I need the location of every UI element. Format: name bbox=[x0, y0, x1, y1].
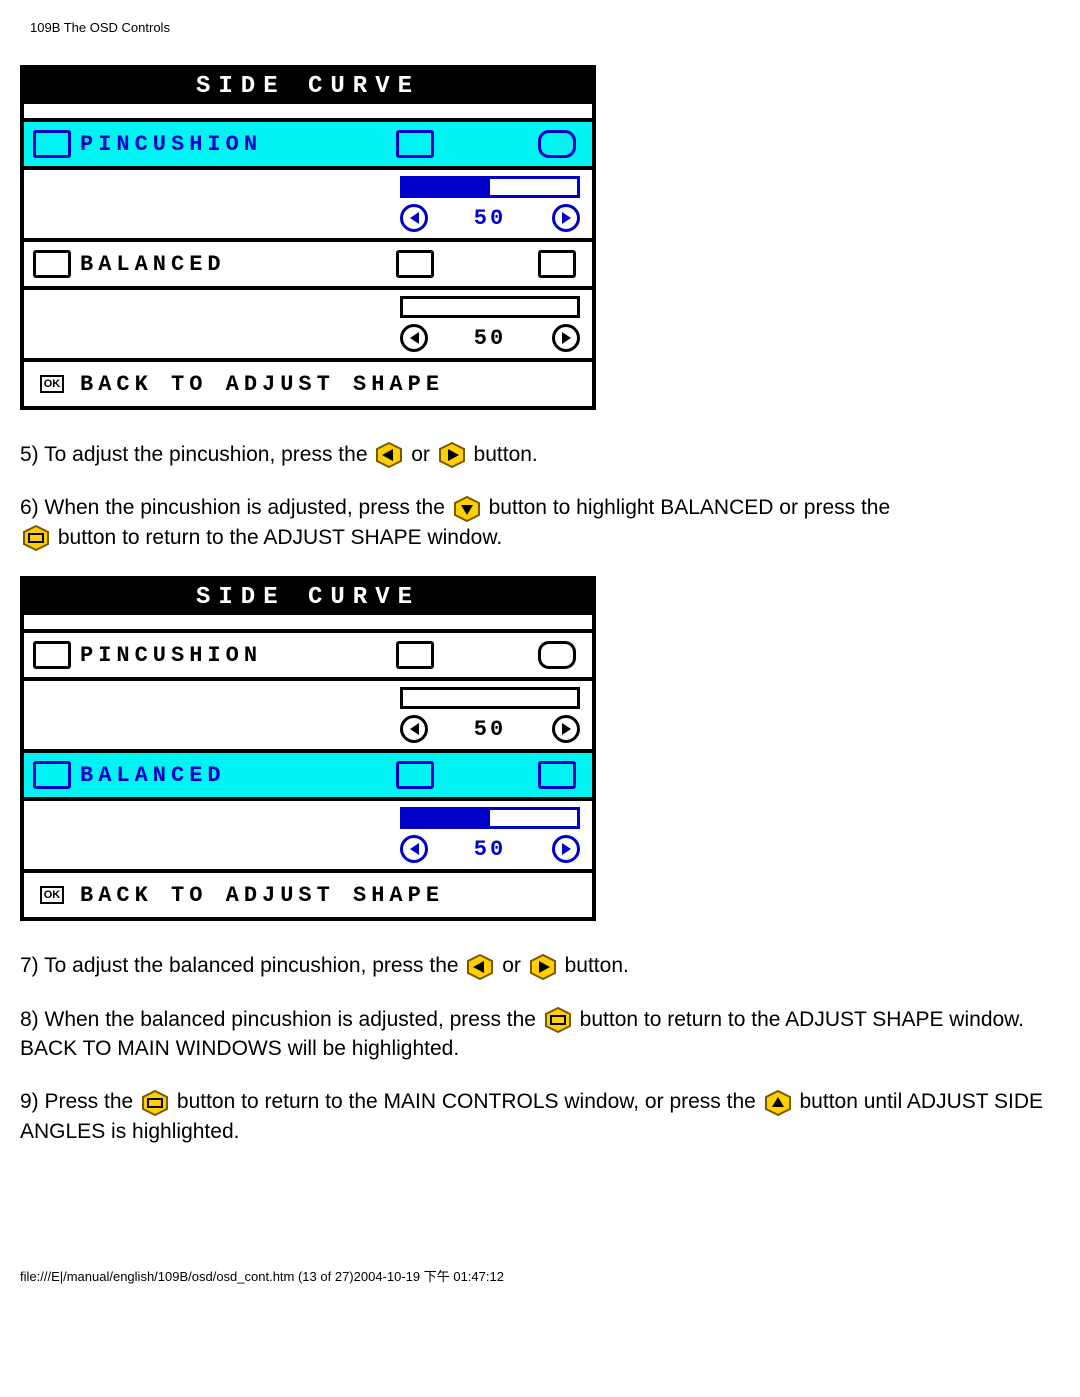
osd-side-curve-1: SIDE CURVE PINCUSHION 50 BALANCED bbox=[20, 65, 596, 410]
up-arrow-button-icon bbox=[764, 1090, 792, 1116]
balanced-shape-right-icon bbox=[538, 761, 576, 789]
balanced-shape-left-icon bbox=[396, 250, 434, 278]
pincushion-increase-button[interactable] bbox=[552, 204, 580, 232]
balanced-increase-button[interactable] bbox=[552, 835, 580, 863]
step-7-text-c: button. bbox=[565, 954, 629, 977]
pincushion-icon bbox=[24, 130, 80, 158]
pincushion-slider[interactable] bbox=[400, 176, 580, 198]
osd-footer[interactable]: OK BACK TO ADJUST SHAPE bbox=[24, 873, 592, 917]
balanced-value: 50 bbox=[474, 326, 506, 351]
osd-footer-label: BACK TO ADJUST SHAPE bbox=[80, 883, 592, 908]
osd-title: SIDE CURVE bbox=[24, 69, 592, 104]
step-9: 9) Press the button to return to the MAI… bbox=[20, 1087, 1060, 1146]
step-9-text-b: button to return to the MAIN CONTROLS wi… bbox=[177, 1090, 762, 1113]
osd-title: SIDE CURVE bbox=[24, 580, 592, 615]
step-6-text-c: button to return to the ADJUST SHAPE win… bbox=[58, 526, 502, 549]
osd-spacer bbox=[24, 104, 592, 122]
balanced-slider-area: 50 bbox=[24, 290, 592, 362]
step-5-text-a: 5) To adjust the pincushion, press the bbox=[20, 443, 373, 466]
step-6-text-a: 6) When the pincushion is adjusted, pres… bbox=[20, 496, 451, 519]
step-5-text-b: or bbox=[411, 443, 436, 466]
osd-item-label: PINCUSHION bbox=[80, 132, 396, 157]
right-arrow-button-icon bbox=[438, 442, 466, 468]
left-arrow-button-icon bbox=[375, 442, 403, 468]
ok-button-icon bbox=[22, 525, 50, 551]
balanced-shape-left-icon bbox=[396, 761, 434, 789]
balanced-shape-right-icon bbox=[538, 250, 576, 278]
osd-item-label: BALANCED bbox=[80, 763, 396, 788]
pincushion-decrease-button[interactable] bbox=[400, 715, 428, 743]
step-8: 8) When the balanced pincushion is adjus… bbox=[20, 1005, 1060, 1064]
balanced-icon bbox=[24, 250, 80, 278]
ok-icon: OK bbox=[40, 886, 65, 904]
osd-item-pincushion[interactable]: PINCUSHION bbox=[24, 633, 592, 681]
step-7: 7) To adjust the balanced pincushion, pr… bbox=[20, 951, 1060, 980]
pincushion-slider[interactable] bbox=[400, 687, 580, 709]
balanced-decrease-button[interactable] bbox=[400, 324, 428, 352]
step-6: 6) When the pincushion is adjusted, pres… bbox=[20, 493, 1060, 552]
osd-footer-label: BACK TO ADJUST SHAPE bbox=[80, 372, 592, 397]
pincushion-increase-button[interactable] bbox=[552, 715, 580, 743]
osd-item-label: PINCUSHION bbox=[80, 643, 396, 668]
step-5-text-c: button. bbox=[474, 443, 538, 466]
osd-footer[interactable]: OK BACK TO ADJUST SHAPE bbox=[24, 362, 592, 406]
osd-item-label: BALANCED bbox=[80, 252, 396, 277]
osd-item-balanced[interactable]: BALANCED bbox=[24, 242, 592, 290]
balanced-decrease-button[interactable] bbox=[400, 835, 428, 863]
pincushion-decrease-button[interactable] bbox=[400, 204, 428, 232]
pincushion-value: 50 bbox=[474, 206, 506, 231]
step-9-text-a: 9) Press the bbox=[20, 1090, 139, 1113]
balanced-value: 50 bbox=[474, 837, 506, 862]
page-footer: file:///E|/manual/english/109B/osd/osd_c… bbox=[20, 1266, 1060, 1285]
step-8-text-a: 8) When the balanced pincushion is adjus… bbox=[20, 1008, 542, 1031]
balanced-slider[interactable] bbox=[400, 807, 580, 829]
osd-item-balanced[interactable]: BALANCED bbox=[24, 753, 592, 801]
osd-side-curve-2: SIDE CURVE PINCUSHION 50 BALANCED bbox=[20, 576, 596, 921]
down-arrow-button-icon bbox=[453, 496, 481, 522]
pincushion-icon bbox=[24, 641, 80, 669]
pincushion-shape-in-icon bbox=[396, 130, 434, 158]
left-arrow-button-icon bbox=[466, 954, 494, 980]
ok-button-icon bbox=[544, 1007, 572, 1033]
step-5: 5) To adjust the pincushion, press the o… bbox=[20, 440, 1060, 469]
pincushion-value: 50 bbox=[474, 717, 506, 742]
pincushion-shape-out-icon bbox=[538, 641, 576, 669]
step-7-text-a: 7) To adjust the balanced pincushion, pr… bbox=[20, 954, 464, 977]
balanced-icon bbox=[24, 761, 80, 789]
ok-icon: OK bbox=[40, 375, 65, 393]
pincushion-slider-area: 50 bbox=[24, 681, 592, 753]
pincushion-shape-in-icon bbox=[396, 641, 434, 669]
pincushion-slider-area: 50 bbox=[24, 170, 592, 242]
balanced-slider-area: 50 bbox=[24, 801, 592, 873]
page-header: 109B The OSD Controls bbox=[30, 20, 1060, 35]
osd-spacer bbox=[24, 615, 592, 633]
pincushion-shape-out-icon bbox=[538, 130, 576, 158]
step-7-text-b: or bbox=[502, 954, 527, 977]
right-arrow-button-icon bbox=[529, 954, 557, 980]
osd-item-pincushion[interactable]: PINCUSHION bbox=[24, 122, 592, 170]
step-6-text-b: button to highlight BALANCED or press th… bbox=[489, 496, 891, 519]
balanced-slider[interactable] bbox=[400, 296, 580, 318]
ok-button-icon bbox=[141, 1090, 169, 1116]
balanced-increase-button[interactable] bbox=[552, 324, 580, 352]
